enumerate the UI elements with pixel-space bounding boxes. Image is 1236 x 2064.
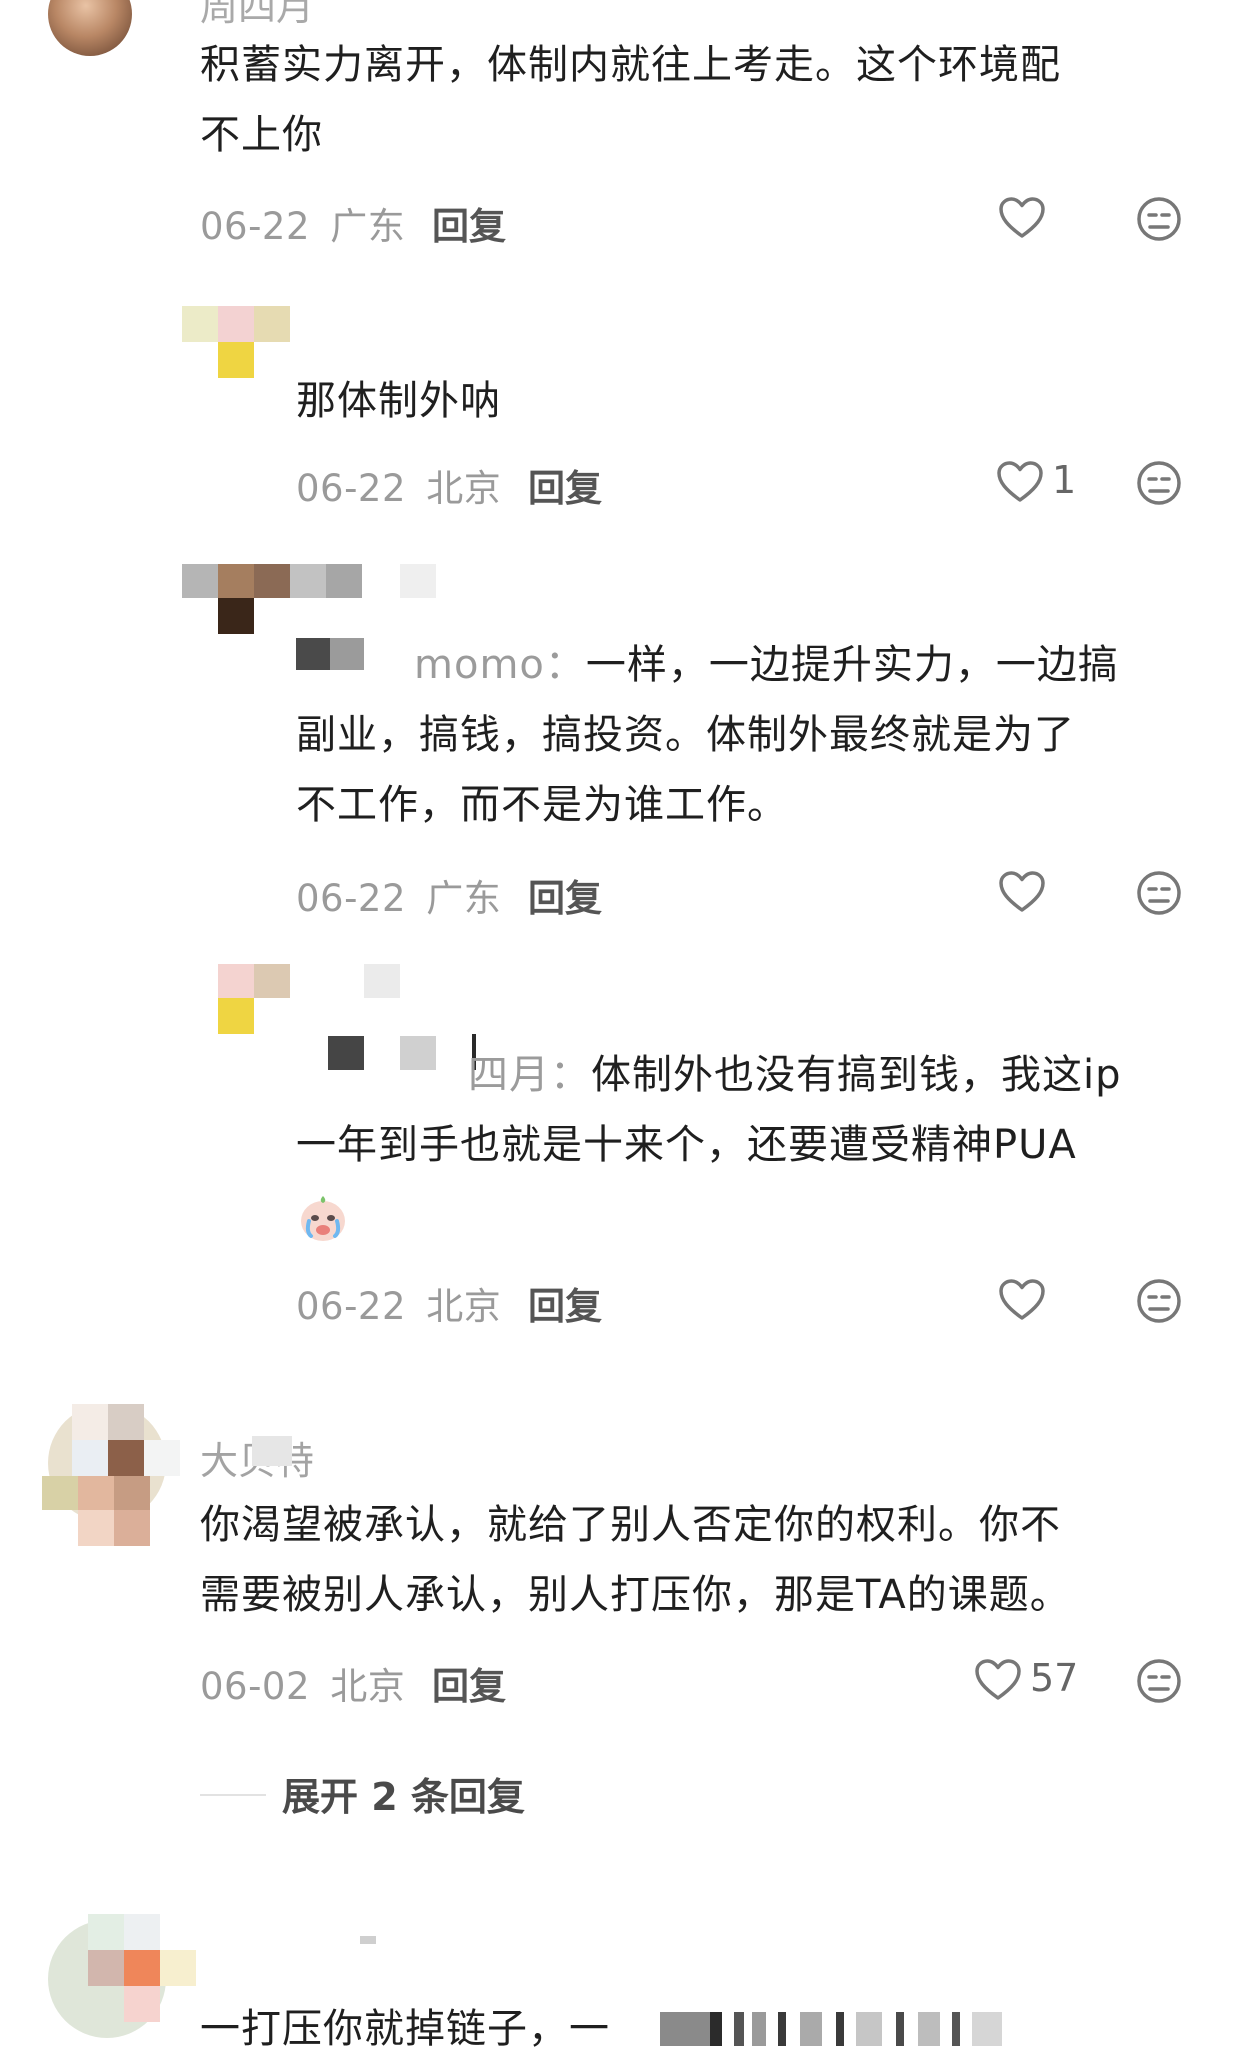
comment-text-line: 副业，搞钱，搞投资。体制外最终就是为了	[296, 712, 1075, 758]
date-value: 06-22	[296, 1285, 407, 1328]
meh-face-icon[interactable]	[1136, 870, 1182, 920]
author-redact-block	[252, 1436, 292, 1466]
meh-face-icon[interactable]	[1136, 1658, 1182, 1708]
expand-replies-button[interactable]: 展开 2 条回复	[282, 1766, 525, 1821]
comment-text-line: momo：一样，一边提升实力，一边搞	[296, 630, 1119, 700]
reply-to-name[interactable]: 四月：	[468, 1052, 591, 1098]
comment-text: 那体制外呐	[296, 378, 501, 424]
like-count: 57	[1030, 1656, 1079, 1700]
heart-outline-icon[interactable]	[996, 460, 1044, 508]
avatar[interactable]	[48, 0, 132, 56]
reply-button[interactable]: 回复	[432, 1656, 506, 1710]
reply-button[interactable]: 回复	[528, 868, 602, 922]
comment-text-line: 体制外也没有搞到钱，我这ip	[591, 1052, 1122, 1098]
region-value: 广东	[330, 205, 406, 248]
region-value: 广东	[426, 877, 502, 920]
comment-text: momo：一样，一边提升实力，一边搞 副业，搞钱，搞投资。体制外最终就是为了 不…	[296, 630, 1119, 840]
date-value: 06-22	[296, 877, 407, 920]
region-value: 北京	[330, 1665, 406, 1708]
date-value: 06-22	[200, 205, 311, 248]
reply-to-name[interactable]: momo：	[414, 642, 586, 688]
comment-text-line: 一年到手也就是十来个，还要遭受精神PUA	[296, 1122, 1077, 1168]
like-count: 1	[1052, 458, 1077, 502]
heart-outline-icon[interactable]	[974, 1658, 1022, 1706]
comment-date: 06-22 广东	[200, 196, 405, 250]
comment-text: 积蓄实力离开，体制内就往上考走。这个环境配 不上你	[200, 30, 1061, 170]
region-value: 北京	[426, 467, 502, 510]
comment-date: 06-22 北京	[296, 1276, 501, 1330]
comment-text: 你渴望被承认，就给了别人否定你的权利。你不 需要被别人承认，别人打压你，那是TA…	[200, 1490, 1071, 1630]
comment-text-line: 积蓄实力离开，体制内就往上考走。这个环境配	[200, 42, 1061, 88]
comment-text-line: 四月：体制外也没有搞到钱，我这ip	[296, 1040, 1122, 1110]
comment-text: 一打压你就掉链子，一	[200, 1994, 610, 2064]
comment-date: 06-22 北京	[296, 458, 501, 512]
meh-face-icon[interactable]	[1136, 1278, 1182, 1328]
expand-divider	[200, 1794, 266, 1796]
reply-button[interactable]: 回复	[432, 196, 506, 250]
region-value: 北京	[426, 1285, 502, 1328]
heart-outline-icon[interactable]	[998, 196, 1046, 244]
comment-date: 06-02 北京	[200, 1656, 405, 1710]
reply-button[interactable]: 回复	[528, 1276, 602, 1330]
comment-text-line: 一打压你就掉链子，一	[200, 2006, 610, 2052]
heart-outline-icon[interactable]	[998, 1278, 1046, 1326]
comment-text-line: 你渴望被承认，就给了别人否定你的权利。你不	[200, 1502, 1061, 1548]
date-value: 06-02	[200, 1665, 311, 1708]
comment-author[interactable]: 周四月	[200, 0, 314, 31]
comment-text-line: 不工作，而不是为谁工作。	[296, 782, 788, 828]
meh-face-icon[interactable]	[1136, 196, 1182, 246]
reply-button[interactable]: 回复	[528, 458, 602, 512]
comment-text: 四月：体制外也没有搞到钱，我这ip 一年到手也就是十来个，还要遭受精神PUA	[296, 1040, 1122, 1250]
heart-outline-icon[interactable]	[998, 870, 1046, 918]
crying-emoji-icon	[296, 1180, 1122, 1250]
comment-text-line: 一样，一边提升实力，一边搞	[585, 642, 1119, 688]
comment-text-line: 需要被别人承认，别人打压你，那是TA的课题。	[200, 1572, 1071, 1618]
date-value: 06-22	[296, 467, 407, 510]
comment-text-line: 不上你	[200, 112, 323, 158]
author-redact-block	[360, 1936, 376, 1944]
comment-date: 06-22 广东	[296, 868, 501, 922]
meh-face-icon[interactable]	[1136, 460, 1182, 510]
